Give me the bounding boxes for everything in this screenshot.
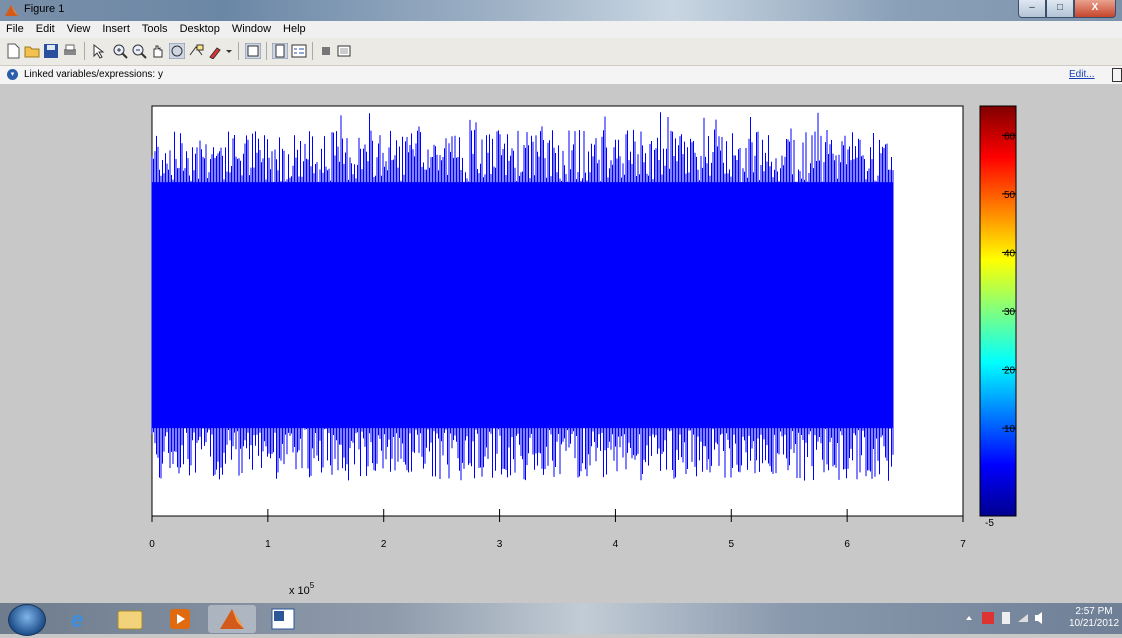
link-plot-icon[interactable] <box>245 43 261 59</box>
colorbar-tick-label: 60 <box>1004 131 1016 142</box>
matlab-logo-icon <box>4 3 19 18</box>
print-icon[interactable] <box>62 43 78 59</box>
maximize-button[interactable]: □ <box>1046 0 1074 18</box>
show-plot-tools-icon[interactable] <box>336 43 352 59</box>
x-tick-label: 4 <box>613 539 619 550</box>
legend-icon[interactable] <box>291 43 307 59</box>
menu-file[interactable]: File <box>0 21 30 35</box>
zoom-in-icon[interactable] <box>112 43 128 59</box>
clock-date: 10/21/2012 <box>1068 618 1120 629</box>
window-title: Figure 1 <box>24 3 65 15</box>
title-bar: Figure 1 – □ X <box>0 0 1122 21</box>
x-tick-label: 2 <box>381 539 387 550</box>
save-icon[interactable] <box>43 43 59 59</box>
colorbar-tick-label: 10 <box>1004 424 1016 435</box>
internet-explorer-icon[interactable]: e <box>55 605 103 633</box>
plot-canvas[interactable]: 0 1 2 3 4 5 6 7 x 105 60 50 40 30 20 10 -5 <box>0 84 1122 603</box>
x-tick-label: 1 <box>265 539 271 550</box>
close-button[interactable]: X <box>1074 0 1116 18</box>
battery-icon <box>1002 612 1010 624</box>
zoom-out-icon[interactable] <box>131 43 147 59</box>
colorbar-tick-label: 20 <box>1004 366 1016 377</box>
brush-dropdown-icon[interactable] <box>225 43 233 59</box>
linked-variables-bar: ▾ Linked variables/expressions: y Edit..… <box>0 66 1122 84</box>
colorbar-tick-label: -5 <box>985 518 994 529</box>
signal-icon <box>1018 614 1028 622</box>
linked-variables-label: Linked variables/expressions: y <box>24 69 163 80</box>
pan-icon[interactable] <box>150 43 166 59</box>
figure-area: 0 1 2 3 4 5 6 7 x 105 60 50 40 30 20 10 -5 <box>0 84 1122 603</box>
pointer-icon[interactable] <box>90 43 106 59</box>
matlab-taskbar-icon[interactable] <box>208 605 256 633</box>
menu-desktop[interactable]: Desktop <box>174 21 226 35</box>
x-tick-label: 3 <box>497 539 503 550</box>
x-tick-label: 0 <box>149 539 155 550</box>
rotate-3d-icon[interactable] <box>169 43 185 59</box>
figure-toolbar <box>0 38 1122 66</box>
word-taskbar-icon[interactable] <box>259 605 307 633</box>
menu-tools[interactable]: Tools <box>136 21 174 35</box>
colorbar-tick-label: 30 <box>1004 307 1016 318</box>
colorbar-tick-label: 40 <box>1004 248 1016 259</box>
expand-chevron-icon[interactable]: ▾ <box>7 69 18 80</box>
data-cursor-icon[interactable] <box>188 43 204 59</box>
brush-icon[interactable] <box>207 43 223 59</box>
menu-edit[interactable]: Edit <box>30 21 61 35</box>
taskbar: e 2:57 PM 10/21/2012 <box>0 603 1122 636</box>
network-status-icon <box>982 612 994 624</box>
media-player-icon[interactable] <box>157 605 205 633</box>
clock[interactable]: 2:57 PM 10/21/2012 <box>1068 606 1120 630</box>
volume-icon <box>1035 612 1042 624</box>
x-multiplier-label: x 105 <box>289 581 315 597</box>
menu-window[interactable]: Window <box>226 21 277 35</box>
system-tray[interactable] <box>960 608 1050 628</box>
menu-bar: File Edit View Insert Tools Desktop Window Help <box>0 21 1122 38</box>
x-tick-label: 6 <box>844 539 850 550</box>
menu-insert[interactable]: Insert <box>96 21 136 35</box>
new-file-icon[interactable] <box>5 43 21 59</box>
windows-explorer-icon[interactable] <box>106 605 154 633</box>
colorbar-tick-label: 50 <box>1004 190 1016 201</box>
menu-help[interactable]: Help <box>277 21 312 35</box>
start-orb-icon[interactable] <box>8 604 46 636</box>
open-folder-icon[interactable] <box>24 43 40 59</box>
clock-time: 2:57 PM <box>1075 606 1113 617</box>
menu-view[interactable]: View <box>61 21 97 35</box>
dock-icon[interactable] <box>1112 68 1122 82</box>
svg-text:e: e <box>71 607 83 632</box>
tray-expand-icon <box>966 616 972 620</box>
edit-link[interactable]: Edit... <box>1069 69 1095 80</box>
hide-plot-tools-icon[interactable] <box>318 43 334 59</box>
minimize-button[interactable]: – <box>1018 0 1046 18</box>
x-tick-label: 7 <box>960 539 966 550</box>
x-tick-label: 5 <box>729 539 735 550</box>
colorbar-icon[interactable] <box>272 43 288 59</box>
